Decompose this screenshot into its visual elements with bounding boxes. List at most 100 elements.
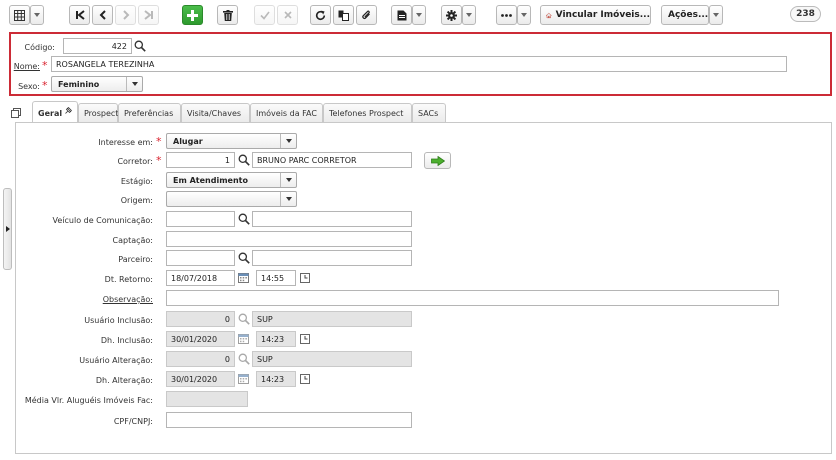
document-icon: [397, 10, 406, 20]
next-record-button[interactable]: [115, 5, 136, 25]
calendar-icon[interactable]: [236, 270, 251, 286]
search-icon[interactable]: [236, 250, 251, 266]
veiculo-name-input[interactable]: [252, 211, 412, 227]
tab-sacs[interactable]: SACs: [412, 103, 446, 123]
dt-retorno-date-input[interactable]: 18/07/2018: [166, 270, 235, 286]
confirm-button[interactable]: [254, 5, 275, 25]
acoes-dropdown[interactable]: [709, 5, 723, 25]
search-icon: [236, 311, 251, 327]
search-icon[interactable]: [133, 38, 147, 54]
last-record-button[interactable]: [138, 5, 159, 25]
refresh-icon: [315, 10, 326, 20]
previous-record-button[interactable]: [92, 5, 113, 25]
media-vlr-input: [166, 391, 248, 407]
dh-alteracao-time: 14:23: [256, 371, 296, 387]
chevron-down-icon: [466, 13, 472, 17]
tab-label: Preferências: [124, 109, 174, 118]
clock-icon[interactable]: [298, 270, 312, 286]
tab-visita-chaves[interactable]: Visita/Chaves: [181, 103, 250, 123]
settings-button[interactable]: [441, 5, 462, 25]
tab-label: Imóveis da FAC: [256, 109, 317, 118]
chevron-down-icon: [521, 13, 527, 17]
tab-label: Telefones Prospect: [329, 109, 404, 118]
parceiro-code-input[interactable]: [166, 250, 235, 266]
window-icon[interactable]: [9, 106, 23, 120]
tab-preferencias[interactable]: Preferências: [118, 103, 181, 123]
go-to-corretor-button[interactable]: [424, 152, 451, 169]
chevron-down-icon: [126, 77, 142, 91]
plus-icon: [187, 9, 198, 21]
tab-prospect[interactable]: Prospect: [78, 103, 118, 123]
cancel-button[interactable]: [277, 5, 298, 25]
tab-geral[interactable]: Geral: [32, 101, 78, 124]
geral-panel: Interesse em: * Alugar Corretor: * 1 BRU…: [15, 122, 832, 454]
interesse-label: Interesse em:: [98, 138, 153, 147]
chevron-right-icon: [122, 10, 129, 20]
dt-retorno-time-input[interactable]: 14:55: [256, 270, 296, 286]
corretor-name-input[interactable]: BRUNO PARC CORRETOR: [252, 152, 412, 168]
usuario-inclusao-code: 0: [166, 311, 235, 327]
corretor-code-input[interactable]: 1: [166, 152, 235, 168]
more-button[interactable]: [496, 5, 517, 25]
usuario-inclusao-label: Usuário Inclusão:: [84, 316, 153, 325]
report-button[interactable]: [391, 5, 412, 25]
gear-icon: [446, 9, 457, 21]
vincular-imoveis-button[interactable]: Vincular Imóveis...: [540, 5, 651, 25]
chevron-down-icon: [280, 134, 296, 148]
origem-select[interactable]: [166, 191, 297, 207]
more-dropdown[interactable]: [517, 5, 531, 25]
cpf-cnpj-input[interactable]: [166, 412, 412, 428]
acoes-button[interactable]: Ações...: [661, 5, 709, 25]
sexo-select[interactable]: Feminino: [51, 76, 143, 92]
header-form: Código: 422 Nome: * ROSANGELA TEREZINHA …: [9, 32, 832, 96]
usuario-alteracao-name: SUP: [252, 351, 412, 367]
copy-icon: [338, 10, 349, 21]
observacao-input[interactable]: [166, 290, 779, 306]
settings-dropdown[interactable]: [462, 5, 476, 25]
report-dropdown[interactable]: [412, 5, 426, 25]
acoes-label: Ações...: [668, 10, 709, 20]
last-icon: [143, 10, 153, 20]
usuario-alteracao-label: Usuário Alteração:: [79, 356, 153, 365]
grid-view-dropdown[interactable]: [30, 5, 44, 25]
captacao-input[interactable]: [166, 231, 412, 247]
vincular-imoveis-label: Vincular Imóveis...: [555, 10, 650, 20]
usuario-inclusao-name: SUP: [252, 311, 412, 327]
attach-button[interactable]: [356, 5, 377, 25]
close-icon: [283, 11, 292, 19]
interesse-select[interactable]: Alugar: [166, 133, 297, 149]
delete-button[interactable]: [217, 5, 238, 25]
estagio-select[interactable]: Em Atendimento: [166, 172, 297, 188]
nome-label: Nome:: [13, 62, 40, 71]
veiculo-label: Veículo de Comunicação:: [52, 216, 154, 225]
calendar-icon: [236, 371, 251, 387]
chevron-down-icon: [34, 13, 40, 17]
chevron-down-icon: [280, 192, 296, 206]
search-icon[interactable]: [236, 211, 251, 227]
parceiro-name-input[interactable]: [252, 250, 412, 266]
veiculo-code-input[interactable]: [166, 211, 235, 227]
dh-inclusao-time: 14:23: [256, 331, 296, 347]
nome-input[interactable]: ROSANGELA TEREZINHA: [51, 56, 787, 72]
first-record-button[interactable]: [69, 5, 90, 25]
tab-imoveis-da-fac[interactable]: Imóveis da FAC: [250, 103, 323, 123]
record-count-badge: 238: [790, 6, 821, 22]
codigo-input[interactable]: 422: [63, 38, 132, 54]
search-icon[interactable]: [236, 152, 251, 168]
required-marker: *: [156, 135, 162, 148]
tab-telefones-prospect[interactable]: Telefones Prospect: [323, 103, 412, 123]
side-panel-toggle[interactable]: [3, 188, 12, 270]
codigo-label: Código:: [24, 43, 55, 52]
add-button[interactable]: [182, 5, 203, 25]
dh-alteracao-date: 30/01/2020: [166, 371, 235, 387]
chevron-down-icon: [280, 173, 296, 187]
required-marker: *: [42, 59, 48, 72]
grid-icon: [14, 9, 25, 21]
search-icon: [236, 351, 251, 367]
chevron-right-icon: [5, 226, 10, 232]
refresh-button[interactable]: [310, 5, 331, 25]
grid-view-button[interactable]: [9, 5, 30, 25]
calendar-icon: [236, 331, 251, 347]
duplicate-button[interactable]: [333, 5, 354, 25]
cpf-cnpj-label: CPF/CNPJ:: [113, 417, 153, 426]
